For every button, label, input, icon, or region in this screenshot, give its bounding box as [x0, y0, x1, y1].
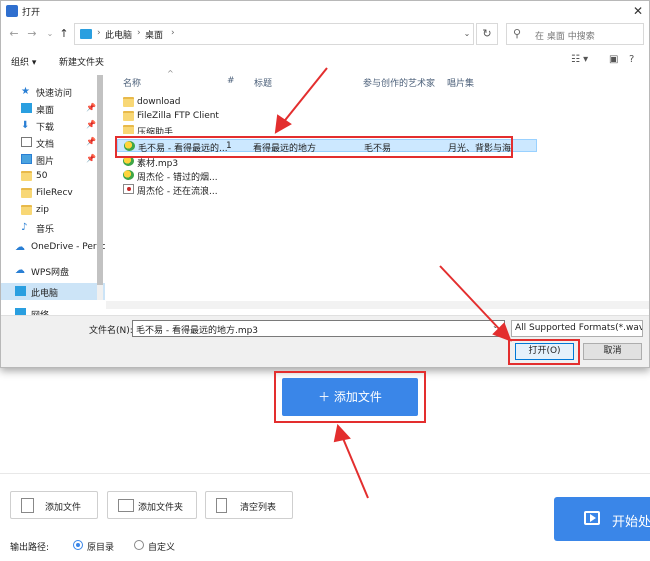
- annotation-arrows: [274, 67, 512, 499]
- arrow-to-file: [281, 67, 328, 125]
- arrow-head: [333, 423, 351, 443]
- arrow-to-add: [341, 435, 369, 499]
- arrow-head: [274, 114, 292, 134]
- arrow-to-open: [439, 265, 504, 334]
